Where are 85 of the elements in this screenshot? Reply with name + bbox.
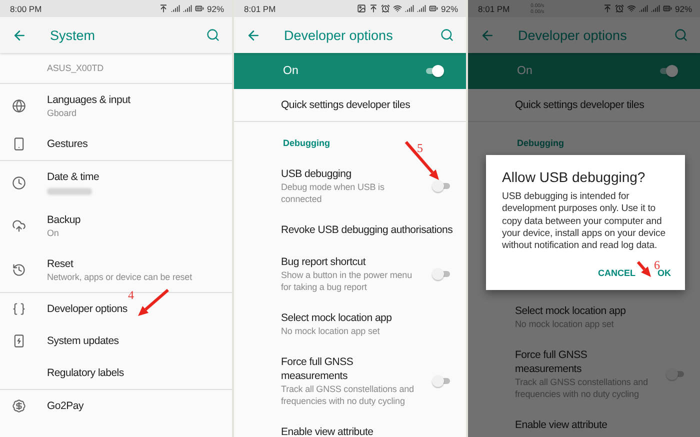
setting-title[interactable]: Languages & input [47, 93, 130, 107]
signal-icon [182, 4, 192, 13]
annotation-number: 6 [654, 259, 660, 271]
alarm-icon [614, 4, 624, 13]
status-time: 8:01 PM [244, 4, 276, 14]
upload-icon [368, 4, 378, 13]
dialog-message: USB debugging is intended for development purposes only. Use it to copy data between your computer and your device, install apps on your device without notification and read log data. [502, 191, 666, 252]
braces-icon [12, 302, 26, 316]
setting-title[interactable]: Reset [47, 257, 74, 271]
battery-icon [662, 4, 672, 13]
setting-title[interactable]: Select mock location app [515, 304, 626, 318]
setting-title[interactable]: USB debugging [281, 167, 352, 181]
annotation-arrow [404, 141, 439, 180]
setting-title[interactable]: Bug report shortcut [281, 255, 366, 269]
setting-title[interactable]: Force full GNSS measurements [515, 348, 653, 376]
setting-title[interactable]: Select mock location app [281, 311, 392, 325]
setting-subtitle: No mock location app set [281, 325, 380, 337]
setting-title[interactable]: Regulatory labels [47, 366, 124, 380]
section-header: Debugging [283, 138, 330, 148]
status-time: 8:01 PM [478, 4, 510, 14]
toggle-switch[interactable] [432, 375, 452, 387]
wifi-icon [392, 4, 402, 13]
setting-subtitle: Debug mode when USB is connected [281, 181, 386, 205]
battery-percent: 92% [206, 4, 224, 14]
app-bar-title: Developer options [284, 28, 394, 42]
dialog-title: Allow USB debugging? [502, 169, 646, 185]
history-icon [12, 263, 26, 277]
toggle-switch[interactable] [432, 268, 452, 280]
master-switch-label: On [517, 65, 532, 77]
setting-title[interactable]: Quick settings developer tiles [281, 98, 410, 112]
annotation-number: 5 [417, 142, 423, 154]
toggle-switch[interactable] [432, 180, 452, 192]
cloud-upload-icon [12, 219, 26, 233]
wifi-icon [626, 4, 636, 13]
setting-subtitle: Track all GNSS constellations and frequencies with no duty cycling [281, 383, 415, 407]
search-icon[interactable] [440, 28, 454, 42]
setting-title[interactable]: Backup [47, 213, 81, 227]
battery-icon [194, 4, 204, 13]
status-time: 8:00 PM [10, 4, 42, 14]
setting-title[interactable]: Developer options [47, 302, 128, 316]
setting-subtitle: Gboard [47, 107, 76, 119]
image-icon [356, 4, 366, 13]
search-icon[interactable] [674, 28, 688, 42]
setting-title[interactable]: System updates [47, 334, 119, 348]
back-icon[interactable] [12, 28, 27, 42]
signal-icon [170, 4, 180, 13]
setting-title[interactable]: Quick settings developer tiles [515, 98, 644, 112]
back-icon[interactable] [246, 28, 261, 42]
setting-title[interactable]: Go2Pay [47, 399, 84, 413]
search-icon[interactable] [206, 28, 220, 42]
setting-title[interactable]: Enable view attribute [515, 418, 608, 432]
globe-icon [12, 99, 26, 113]
setting-subtitle: Network, apps or device can be reset [47, 271, 192, 283]
signal-icon [416, 4, 426, 13]
setting-title[interactable]: Enable view attribute [281, 425, 374, 437]
dialog-button[interactable]: CANCEL [598, 266, 636, 280]
setting-subtitle: Show a button in the power menu for taking a bug report [281, 269, 413, 293]
battery-percent: 92% [674, 4, 692, 14]
annotation-arrow [636, 261, 651, 277]
setting-subtitle: On [47, 227, 59, 239]
setting-title[interactable]: Revoke USB debugging authorisations [281, 223, 453, 237]
battery-icon [428, 4, 438, 13]
master-switch-label: On [283, 65, 298, 77]
battery-percent: 92% [440, 4, 458, 14]
setting-title[interactable]: Force full GNSS measurements [281, 355, 419, 383]
app-bar-title: Developer options [518, 28, 628, 42]
back-icon[interactable] [480, 28, 495, 42]
clock-icon [12, 176, 26, 190]
setting-title[interactable]: Gestures [47, 137, 88, 151]
signal-icon [638, 4, 648, 13]
upload-icon [158, 4, 168, 13]
annotation-arrow [138, 288, 169, 316]
toggle-switch[interactable] [666, 368, 686, 380]
signal-icon [650, 4, 660, 13]
app-bar-title: System [50, 28, 96, 42]
phone-icon [12, 137, 26, 151]
annotation-number: 4 [128, 289, 134, 301]
setting-title[interactable]: Date & time [47, 170, 100, 184]
phone-update-icon [12, 334, 26, 348]
signal-icon [404, 4, 414, 13]
alarm-icon [380, 4, 390, 13]
section-header: Debugging [517, 138, 564, 148]
setting-subtitle: ASUS_X00TD [47, 62, 104, 74]
dollar-badge-icon [12, 399, 26, 413]
upload-icon [602, 4, 612, 13]
